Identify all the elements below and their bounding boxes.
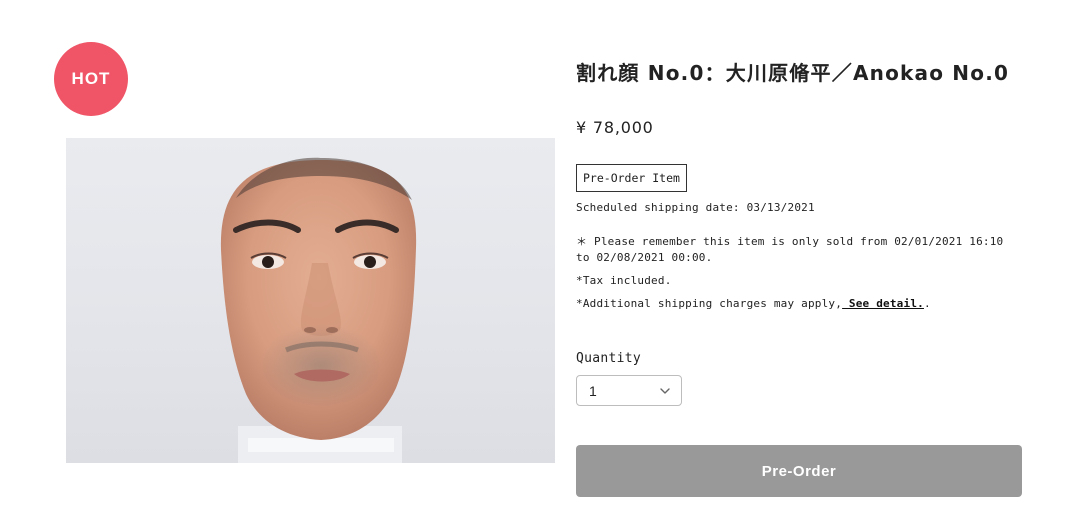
- preorder-button[interactable]: Pre-Order: [576, 445, 1022, 497]
- hot-badge: HOT: [54, 42, 128, 116]
- product-title: 割れ顔 No.0：大川原脩平／Anokao No.0: [576, 61, 1010, 85]
- hot-badge-label: HOT: [71, 69, 111, 88]
- product-image[interactable]: [66, 138, 555, 463]
- chevron-down-icon: [660, 387, 670, 394]
- shipping-note-text: *Additional shipping charges may apply,: [576, 297, 843, 310]
- preorder-tag: Pre-Order Item: [576, 164, 687, 192]
- product-notes: ＊ Please remember this item is only sold…: [576, 234, 1022, 319]
- shipping-date: Scheduled shipping date: 03/13/2021: [576, 201, 815, 214]
- see-detail-link[interactable]: See detail.: [842, 297, 924, 310]
- shipping-note-suffix: .: [923, 297, 931, 310]
- sale-period-note: ＊ Please remember this item is only sold…: [576, 235, 1004, 264]
- tax-note: *Tax included.: [576, 274, 672, 287]
- quantity-value: 1: [589, 382, 597, 399]
- shipping-charge-note: *Additional shipping charges may apply, …: [576, 296, 1022, 312]
- preorder-tag-label: Pre-Order Item: [583, 171, 680, 185]
- quantity-select[interactable]: 1: [576, 375, 682, 406]
- face-mask-illustration: [220, 157, 417, 463]
- quantity-label: Quantity: [576, 351, 642, 366]
- product-price: ¥ 78,000: [576, 118, 654, 137]
